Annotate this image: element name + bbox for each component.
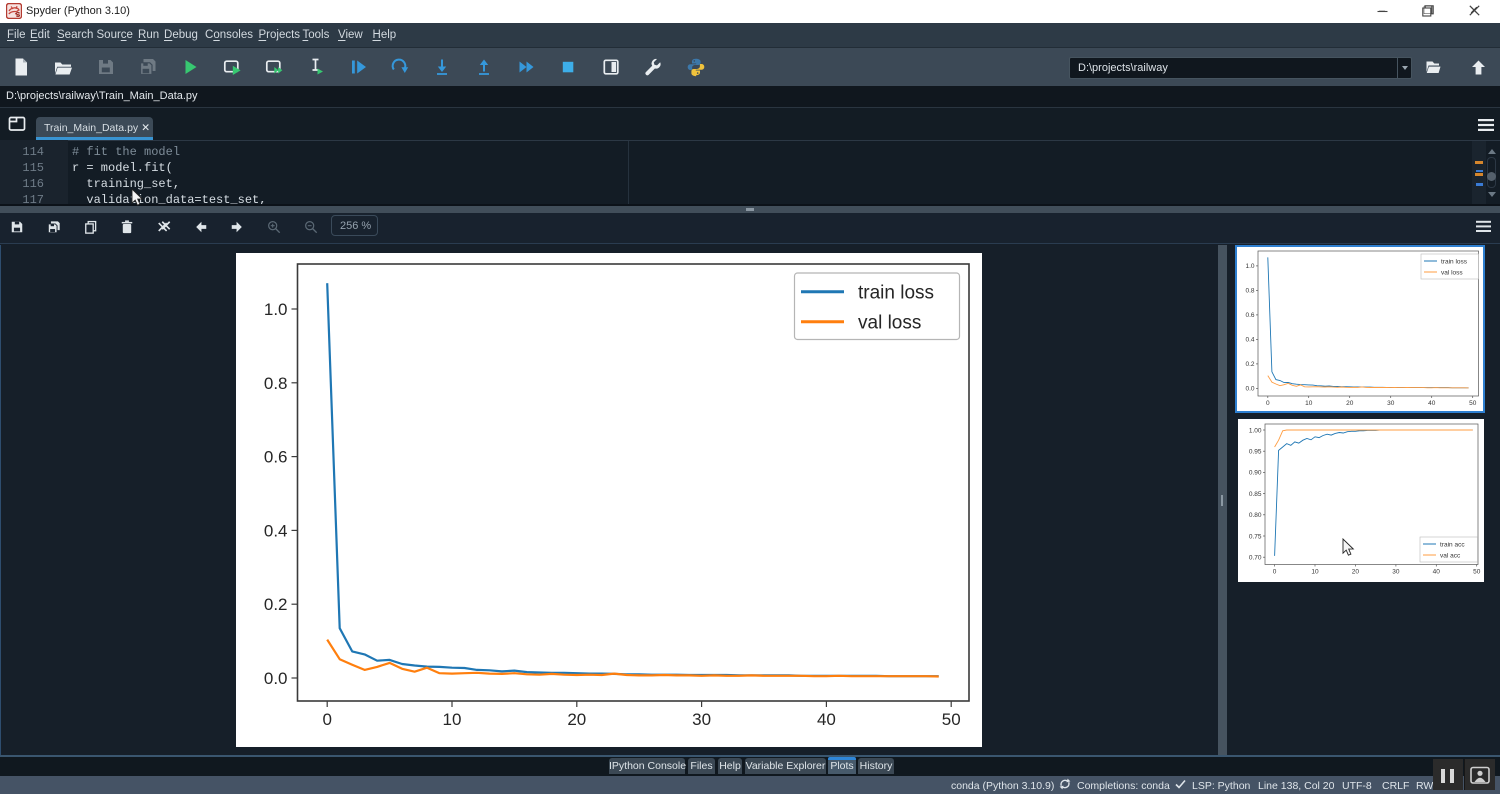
svg-text:0.75: 0.75 [1249, 533, 1262, 540]
svg-text:val loss: val loss [1441, 270, 1463, 277]
svg-text:0.2: 0.2 [1245, 361, 1254, 368]
svg-text:0.0: 0.0 [264, 669, 288, 688]
svg-text:0.6: 0.6 [264, 448, 288, 467]
svg-text:50: 50 [1469, 400, 1477, 407]
svg-text:train acc: train acc [1440, 542, 1465, 549]
svg-text:10: 10 [443, 710, 462, 729]
svg-text:0.0: 0.0 [1245, 386, 1254, 393]
svg-text:30: 30 [692, 710, 711, 729]
svg-text:20: 20 [1352, 569, 1360, 576]
svg-text:10: 10 [1311, 569, 1319, 576]
svg-text:30: 30 [1392, 569, 1400, 576]
svg-text:1.0: 1.0 [264, 300, 288, 319]
svg-text:0.80: 0.80 [1249, 512, 1262, 519]
svg-text:val acc: val acc [1440, 553, 1461, 560]
svg-text:1.00: 1.00 [1249, 427, 1262, 434]
svg-text:train loss: train loss [858, 283, 934, 304]
svg-text:0.95: 0.95 [1249, 449, 1262, 456]
svg-text:S: S [16, 12, 21, 19]
svg-text:val loss: val loss [858, 313, 921, 334]
svg-text:0.2: 0.2 [264, 595, 288, 614]
svg-text:0: 0 [1273, 569, 1277, 576]
svg-text:0: 0 [1266, 400, 1270, 407]
svg-text:0.4: 0.4 [1245, 337, 1254, 344]
svg-text:20: 20 [567, 710, 586, 729]
svg-text:train loss: train loss [1441, 259, 1468, 266]
svg-text:40: 40 [1428, 400, 1436, 407]
svg-text:0.70: 0.70 [1249, 555, 1262, 562]
svg-text:0.8: 0.8 [1245, 288, 1254, 295]
svg-text:40: 40 [1433, 569, 1441, 576]
svg-text:0: 0 [322, 710, 331, 729]
svg-text:40: 40 [817, 710, 836, 729]
svg-text:0.8: 0.8 [264, 374, 288, 393]
svg-text:10: 10 [1305, 400, 1313, 407]
svg-text:0.90: 0.90 [1249, 470, 1262, 477]
svg-text:50: 50 [942, 710, 961, 729]
svg-text:0.85: 0.85 [1249, 491, 1262, 498]
svg-text:1.0: 1.0 [1245, 263, 1254, 270]
svg-text:20: 20 [1346, 400, 1354, 407]
svg-text:50: 50 [1473, 569, 1481, 576]
svg-text:0.6: 0.6 [1245, 312, 1254, 319]
svg-text:0.4: 0.4 [264, 521, 288, 540]
svg-text:30: 30 [1387, 400, 1395, 407]
